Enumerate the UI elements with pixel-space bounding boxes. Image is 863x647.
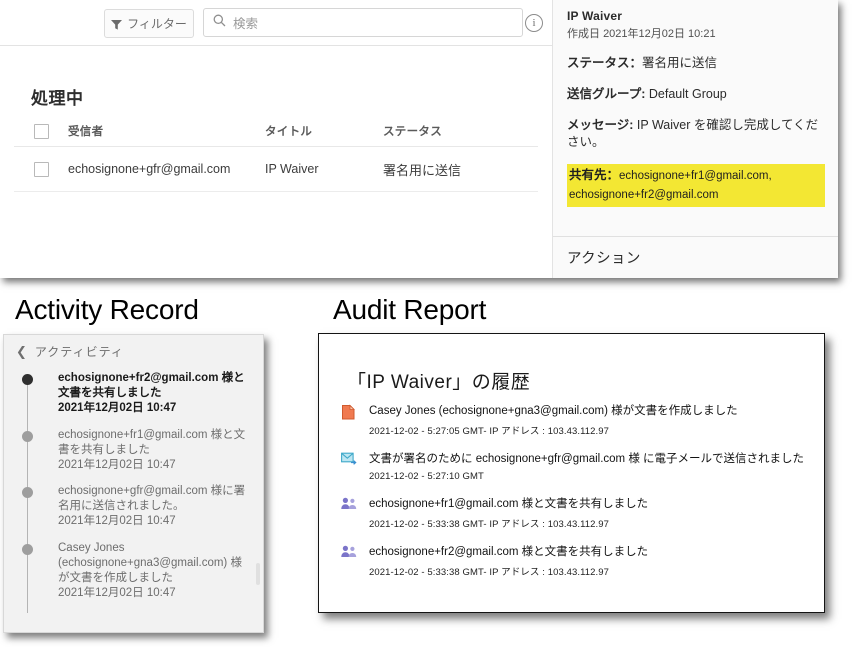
- activity-date: 2021年12月02日 10:47: [58, 515, 176, 528]
- detail-shared-highlight: 共有先：echosignone+fr1@gmail.com, echosigno…: [567, 163, 825, 207]
- funnel-icon: [111, 19, 123, 30]
- shared-users-icon: [341, 497, 357, 513]
- detail-status-value: 署名用に送信: [642, 56, 718, 70]
- table-row[interactable]: echosignone+gfr@gmail.com IP Waiver 署名用に…: [14, 147, 538, 192]
- detail-title: IP Waiver: [567, 9, 623, 23]
- column-header-recipient: 受信者: [68, 126, 104, 138]
- audit-event-meta: 2021-12-02 - 5:27:05 GMT- IP アドレス : 103.…: [369, 425, 610, 437]
- list-item: echosignone+fr2@gmail.com 様と文書を共有しました 20…: [341, 545, 811, 578]
- email-sent-icon: [341, 452, 357, 468]
- timeline-dot-icon: [22, 487, 33, 499]
- activity-text: echosignone+fr1@gmail.com 様と文書を共有しました: [58, 428, 246, 456]
- list-item[interactable]: echosignone+gfr@gmail.com 様に署名用に送信されました。…: [22, 484, 252, 530]
- detail-status: ステータス：署名用に送信: [567, 56, 718, 70]
- column-header-title: タイトル: [265, 126, 313, 138]
- audit-report-title: 「IP Waiver」の履歴: [347, 372, 531, 393]
- search-icon: [213, 14, 226, 32]
- activity-date: 2021年12月02日 10:47: [58, 402, 177, 415]
- activity-back-label: アクティビティ: [34, 345, 124, 359]
- screenshot-root: フィルター 検索 i 処理中 受信者 タイトル ステータス echosignon…: [0, 0, 863, 647]
- activity-record-panel: ❮ アクティビティ echosignone+fr2@gmail.com 様と文書…: [3, 334, 264, 633]
- list-item: echosignone+fr1@gmail.com 様と文書を共有しました 20…: [341, 497, 811, 530]
- activity-date: 2021年12月02日 10:47: [58, 458, 176, 471]
- activity-timeline: echosignone+fr2@gmail.com 様と文書を共有しました 20…: [22, 371, 252, 613]
- audit-event-list: Casey Jones (echosignone+gna3@gmail.com)…: [341, 404, 811, 593]
- actions-section[interactable]: アクション: [553, 236, 838, 278]
- manage-page-panel: フィルター 検索 i 処理中 受信者 タイトル ステータス echosignon…: [0, 0, 838, 278]
- list-item[interactable]: echosignone+fr2@gmail.com 様と文書を共有しました 20…: [22, 371, 252, 417]
- audit-event-meta: 2021-12-02 - 5:33:38 GMT- IP アドレス : 103.…: [369, 566, 610, 578]
- activity-text: echosignone+fr2@gmail.com 様と文書を共有しました: [58, 372, 245, 400]
- audit-event-meta: 2021-12-02 - 5:27:10 GMT: [369, 470, 484, 482]
- cell-title: IP Waiver: [265, 162, 319, 176]
- agreement-detail-rail: IP Waiver 作成日 2021年12月02日 10:21 ステータス：署名…: [552, 0, 838, 278]
- detail-created: 作成日 2021年12月02日 10:21: [567, 25, 825, 41]
- detail-status-label: ステータス: [567, 56, 630, 70]
- cell-status: 署名用に送信: [383, 162, 462, 178]
- list-item: 文書が署名のために echosignone+gfr@gmail.com 様 に電…: [341, 452, 811, 482]
- table-header-row: 受信者 タイトル ステータス: [14, 116, 538, 147]
- detail-group: 送信グループ: Default Group: [567, 86, 727, 101]
- detail-shared-label: 共有先: [569, 167, 607, 182]
- list-item[interactable]: echosignone+fr1@gmail.com 様と文書を共有しました 20…: [22, 428, 252, 474]
- detail-group-value: Default Group: [648, 86, 727, 101]
- cell-recipient: echosignone+gfr@gmail.com: [68, 162, 231, 176]
- search-input[interactable]: 検索: [203, 8, 523, 37]
- select-all-checkbox[interactable]: [33, 123, 49, 139]
- timeline-dot-icon: [22, 543, 33, 555]
- actions-label: アクション: [567, 251, 641, 267]
- section-title-in-progress: 処理中: [31, 89, 84, 108]
- detail-message-label: メッセージ: [567, 117, 630, 132]
- timeline-dot-icon: [22, 430, 33, 442]
- column-header-status: ステータス: [383, 126, 442, 138]
- detail-group-label: 送信グループ: [567, 86, 642, 101]
- activity-scrollbar[interactable]: [256, 563, 260, 585]
- info-icon[interactable]: i: [525, 14, 543, 32]
- row-select-cell: [14, 161, 68, 177]
- chevron-left-icon: ❮: [16, 344, 28, 359]
- audit-event-meta: 2021-12-02 - 5:33:38 GMT- IP アドレス : 103.…: [369, 518, 610, 530]
- activity-back-link[interactable]: ❮ アクティビティ: [16, 343, 124, 360]
- caption-activity-record: Activity Record: [15, 294, 199, 325]
- audit-event-text: echosignone+fr2@gmail.com 様と文書を共有しました: [369, 545, 649, 558]
- list-item: Casey Jones (echosignone+gna3@gmail.com)…: [341, 404, 811, 437]
- detail-message: メッセージ: IP Waiver を確認し完成してください。: [567, 117, 819, 149]
- detail-created-label: 作成日: [567, 28, 600, 40]
- audit-report-panel: 「IP Waiver」の履歴 Casey Jones (echosignone+…: [318, 333, 825, 613]
- agreement-detail-body: IP Waiver 作成日 2021年12月02日 10:21 ステータス：署名…: [553, 0, 838, 236]
- timeline-dot-icon: [22, 374, 33, 385]
- shared-users-icon: [341, 545, 357, 561]
- audit-event-text: 文書が署名のために echosignone+gfr@gmail.com 様 に電…: [369, 452, 805, 465]
- document-created-icon: [341, 404, 357, 420]
- agreements-table: 受信者 タイトル ステータス echosignone+gfr@gmail.com…: [14, 116, 538, 192]
- audit-event-text: echosignone+fr1@gmail.com 様と文書を共有しました: [369, 497, 649, 510]
- audit-event-text: Casey Jones (echosignone+gna3@gmail.com)…: [369, 405, 738, 417]
- search-placeholder: 検索: [233, 17, 259, 31]
- select-all-cell: [14, 123, 68, 139]
- filter-button[interactable]: フィルター: [104, 9, 194, 38]
- detail-created-value: 2021年12月02日 10:21: [603, 28, 716, 40]
- caption-audit-report: Audit Report: [333, 294, 487, 325]
- list-item[interactable]: Casey Jones (echosignone+gna3@gmail.com)…: [22, 541, 252, 602]
- activity-text: echosignone+gfr@gmail.com 様に署名用に送信されました。: [58, 485, 246, 513]
- row-checkbox[interactable]: [33, 161, 49, 177]
- agreement-list: 処理中 受信者 タイトル ステータス echosignone+gfr@gmail…: [0, 46, 552, 278]
- activity-text: Casey Jones (echosignone+gna3@gmail.com)…: [58, 541, 242, 584]
- filter-button-label: フィルター: [127, 17, 187, 31]
- activity-date: 2021年12月02日 10:47: [58, 587, 176, 600]
